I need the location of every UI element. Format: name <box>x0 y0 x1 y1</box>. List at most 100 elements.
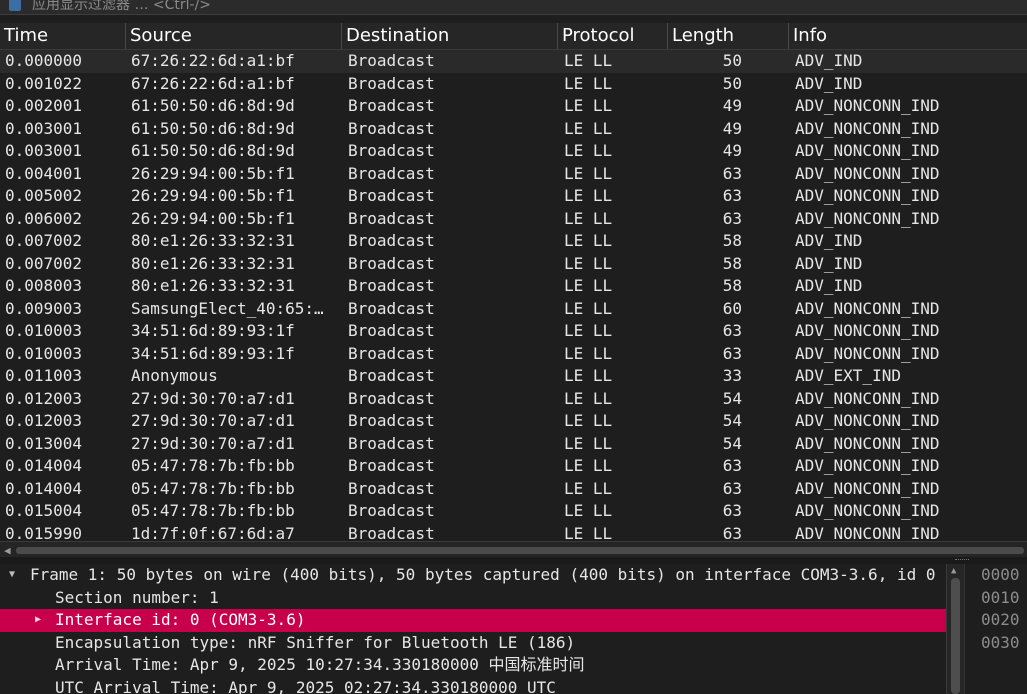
detail-interface-text: Interface id: 0 (COM3-3.6) <box>55 610 306 629</box>
packet-row[interactable]: 0.007002 80:e1:26:33:32:31 Broadcast LE LL 5… <box>0 230 1027 253</box>
packet-destination: Broadcast <box>348 51 435 70</box>
packet-destination: Broadcast <box>348 276 435 295</box>
packet-protocol: LE LL <box>564 433 613 453</box>
packet-source: 80:e1:26:33:32:31 <box>131 253 295 273</box>
packet-time: 0.012003 <box>5 388 83 408</box>
detail-arrival-text: Arrival Time: Apr 9, 2025 10:27:34.33018… <box>55 655 585 674</box>
packet-destination: Broadcast <box>348 231 435 250</box>
packet-destination: Broadcast <box>348 208 435 228</box>
packet-row[interactable]: 0.000000 67:26:22:6d:a1:bf Broadcast LE LL 5… <box>0 50 1027 73</box>
detail-interface-row[interactable]: ▶ Interface id: 0 (COM3-3.6) <box>0 609 946 632</box>
packet-row[interactable]: 0.014004 05:47:78:7b:fb:bb Broadcast LE LL 6… <box>0 478 1027 501</box>
packet-source: 34:51:6d:89:93:1f <box>131 343 295 363</box>
packet-row[interactable]: 0.015004 05:47:78:7b:fb:bb Broadcast LE LL 6… <box>0 500 1027 523</box>
packet-destination: Broadcast <box>348 343 435 363</box>
packet-row[interactable]: 0.003001 61:50:50:d6:8d:9d Broadcast LE LL 4… <box>0 118 1027 141</box>
scrollbar-thumb[interactable] <box>16 547 1024 554</box>
packet-destination: Broadcast <box>348 478 435 498</box>
packet-length: 63 <box>722 186 742 205</box>
collapsed-arrow-icon[interactable]: ▶ <box>35 609 41 632</box>
packet-destination: Broadcast <box>348 163 435 183</box>
packet-info: ADV_NONCONN_IND <box>795 186 940 205</box>
packet-protocol: LE LL <box>564 523 613 542</box>
scroll-up-arrow-icon[interactable]: ▲ <box>951 566 956 576</box>
packet-row[interactable]: 0.001022 67:26:22:6d:a1:bf Broadcast LE LL 5… <box>0 73 1027 96</box>
detail-utc-arrival-row[interactable]: UTC Arrival Time: Apr 9, 2025 02:27:34.3… <box>0 677 946 694</box>
packet-info: ADV_NONCONN_IND <box>795 456 940 475</box>
packet-destination: Broadcast <box>348 388 435 408</box>
packet-source: 61:50:50:d6:8d:9d <box>131 96 295 115</box>
bookmark-icon[interactable] <box>9 0 21 11</box>
detail-encapsulation-row[interactable]: Encapsulation type: nRF Sniffer for Blue… <box>0 632 946 655</box>
packet-protocol: LE LL <box>564 253 613 273</box>
packet-time: 0.007002 <box>5 253 83 273</box>
packet-time: 0.001022 <box>5 73 83 93</box>
packet-row[interactable]: 0.003001 61:50:50:d6:8d:9d Broadcast LE LL 4… <box>0 140 1027 163</box>
packet-row[interactable]: 0.007002 80:e1:26:33:32:31 Broadcast LE LL 5… <box>0 253 1027 276</box>
packet-source: 05:47:78:7b:fb:bb <box>131 456 295 475</box>
packet-row[interactable]: 0.002001 61:50:50:d6:8d:9d Broadcast LE LL 4… <box>0 95 1027 118</box>
packet-protocol: LE LL <box>564 276 613 295</box>
column-header-length[interactable]: Length <box>668 23 789 49</box>
expanded-arrow-icon[interactable]: ▼ <box>9 564 15 587</box>
packet-row[interactable]: 0.012003 27:9d:30:70:a7:d1 Broadcast LE LL 5… <box>0 410 1027 433</box>
packet-row[interactable]: 0.015990 1d:7f:0f:67:6d:a7 Broadcast LE LL 6… <box>0 523 1027 542</box>
packet-protocol: LE LL <box>564 73 613 93</box>
column-header-destination[interactable]: Destination <box>342 23 558 49</box>
packet-row[interactable]: 0.005002 26:29:94:00:5b:f1 Broadcast LE LL 6… <box>0 185 1027 208</box>
packet-row[interactable]: 0.012003 27:9d:30:70:a7:d1 Broadcast LE LL 5… <box>0 388 1027 411</box>
packet-destination: Broadcast <box>348 433 435 453</box>
packet-row[interactable]: 0.006002 26:29:94:00:5b:f1 Broadcast LE LL 6… <box>0 208 1027 231</box>
packet-list-header: Time Source Destination Protocol Length … <box>0 23 1027 50</box>
column-header-source[interactable]: Source <box>126 23 342 49</box>
column-header-info[interactable]: Info <box>789 23 1027 49</box>
packet-protocol: LE LL <box>564 456 613 475</box>
packet-length: 63 <box>722 456 742 475</box>
scrollbar-thumb[interactable] <box>951 578 960 694</box>
detail-section-row[interactable]: Section number: 1 <box>0 587 946 610</box>
details-vertical-scrollbar[interactable]: ▲ <box>946 564 965 694</box>
packet-length: 63 <box>722 501 742 520</box>
packet-list: 0.000000 67:26:22:6d:a1:bf Broadcast LE LL 5… <box>0 50 1027 541</box>
packet-length: 54 <box>722 411 742 430</box>
packet-destination: Broadcast <box>348 253 435 273</box>
packet-row[interactable]: 0.004001 26:29:94:00:5b:f1 Broadcast LE LL 6… <box>0 163 1027 186</box>
packet-length: 63 <box>722 208 742 228</box>
column-header-protocol[interactable]: Protocol <box>558 23 668 49</box>
detail-arrival-row[interactable]: Arrival Time: Apr 9, 2025 10:27:34.33018… <box>0 654 946 677</box>
packet-length: 60 <box>722 298 742 318</box>
packet-length: 63 <box>722 523 742 542</box>
byte-offset: 0010 <box>981 587 1020 607</box>
packet-length: 58 <box>722 253 742 273</box>
packet-protocol: LE LL <box>564 231 613 250</box>
packet-destination: Broadcast <box>348 186 435 205</box>
packet-destination: Broadcast <box>348 118 435 138</box>
packet-row[interactable]: 0.013004 27:9d:30:70:a7:d1 Broadcast LE LL 5… <box>0 433 1027 456</box>
splitter-grip-icon[interactable] <box>955 559 969 562</box>
packet-time: 0.008003 <box>5 276 83 295</box>
packet-row[interactable]: 0.010003 34:51:6d:89:93:1f Broadcast LE LL 6… <box>0 320 1027 343</box>
display-filter-bar[interactable]: 应用显示过滤器 … <Ctrl-/> <box>0 0 1027 15</box>
packet-row[interactable]: 0.008003 80:e1:26:33:32:31 Broadcast LE LL 5… <box>0 275 1027 298</box>
detail-section-text: Section number: 1 <box>55 587 219 607</box>
packet-info: ADV_NONCONN_IND <box>795 163 940 183</box>
packet-length: 50 <box>722 73 742 93</box>
packet-row[interactable]: 0.009003 SamsungElect_40:65:… Broadcast LE … <box>0 298 1027 321</box>
packet-length: 63 <box>722 478 742 498</box>
pane-splitter[interactable] <box>0 557 1027 564</box>
packet-time: 0.004001 <box>5 163 83 183</box>
packet-length: 49 <box>722 96 742 115</box>
packet-row[interactable]: 0.014004 05:47:78:7b:fb:bb Broadcast LE LL 6… <box>0 455 1027 478</box>
packet-time: 0.002001 <box>5 96 83 115</box>
packet-list-horizontal-scrollbar[interactable]: ◀ <box>0 541 1027 558</box>
column-header-time[interactable]: Time <box>0 23 126 49</box>
detail-frame-row[interactable]: ▼ Frame 1: 50 bytes on wire (400 bits), … <box>0 564 946 587</box>
packet-source: 67:26:22:6d:a1:bf <box>131 73 295 93</box>
scroll-left-arrow-icon[interactable]: ◀ <box>4 544 11 557</box>
packet-time: 0.012003 <box>5 411 83 430</box>
display-filter-input[interactable]: 应用显示过滤器 … <Ctrl-/> <box>32 0 211 14</box>
packet-info: ADV_IND <box>795 276 863 295</box>
packet-row[interactable]: 0.011003 Anonymous Broadcast LE LL 33 ADV_EXT… <box>0 365 1027 388</box>
packet-protocol: LE LL <box>564 366 613 385</box>
packet-row[interactable]: 0.010003 34:51:6d:89:93:1f Broadcast LE LL 6… <box>0 343 1027 366</box>
